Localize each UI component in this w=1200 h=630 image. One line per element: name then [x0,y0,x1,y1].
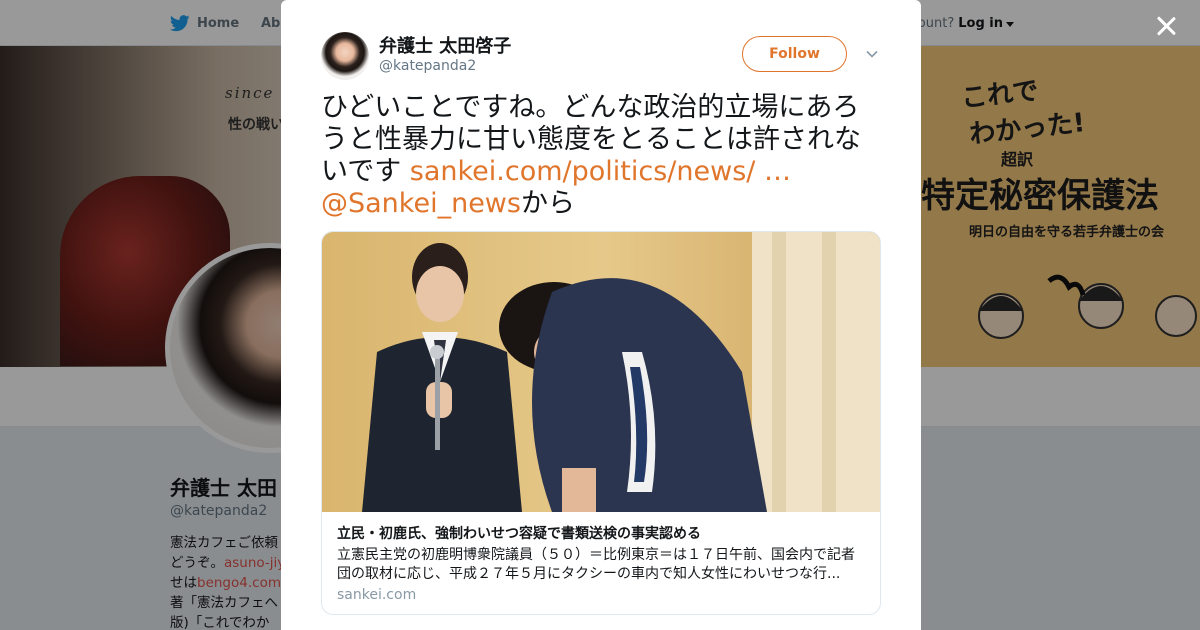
author-handle[interactable]: @katepanda2 [379,58,476,74]
chevron-down-icon[interactable] [865,47,879,61]
author-avatar[interactable] [321,32,369,80]
card-domain: sankei.com [337,587,417,603]
close-icon[interactable] [1152,12,1180,40]
link-card[interactable]: 立民・初鹿氏、強制わいせつ容疑で書類送検の事実認める 立憲民主党の初鹿明博衆院議… [321,231,881,615]
card-description: 立憲民主党の初鹿明博衆院議員（５０）＝比例東京＝は１７日午前、国会内で記者団の取… [337,547,855,582]
card-image[interactable] [322,232,881,512]
author-name[interactable]: 弁護士 太田啓子 [379,32,511,58]
follow-button[interactable]: Follow [742,36,847,72]
tweet-link[interactable]: sankei.com/politics/news/ … [410,156,791,187]
tweet-mention[interactable]: @Sankei_news [321,188,521,219]
card-title[interactable]: 立民・初鹿氏、強制わいせつ容疑で書類送検の事実認める [337,523,701,543]
tweet-suffix: から [520,188,575,219]
tweet-text: ひどいことですね。どんな政治的立場にあろうと性暴力に甘い態度をとることは許されな… [321,92,886,220]
tweet-modal: 弁護士 太田啓子 @katepanda2 Follow ひどいことですね。どんな… [281,0,921,630]
